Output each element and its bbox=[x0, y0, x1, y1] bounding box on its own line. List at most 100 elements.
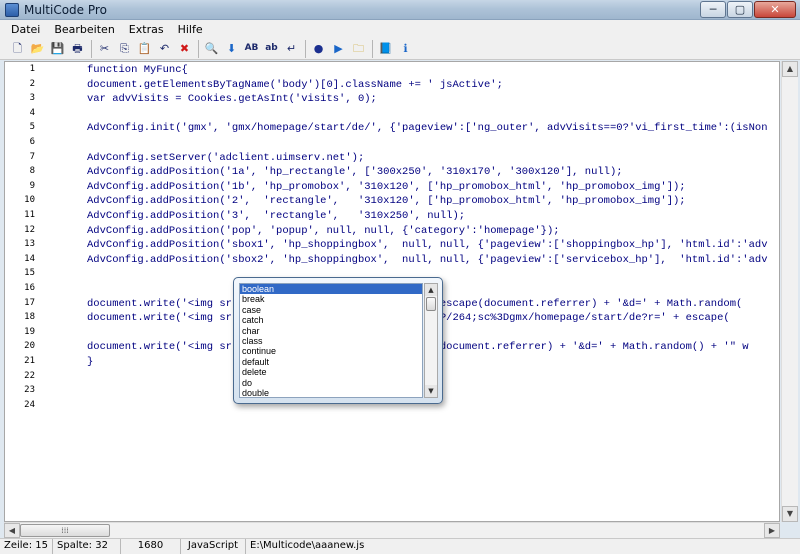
line-number: 8 bbox=[29, 166, 35, 177]
close-button[interactable]: ✕ bbox=[754, 1, 796, 18]
open-folder-icon[interactable]: 📂 bbox=[28, 39, 47, 58]
menu-datei[interactable]: Datei bbox=[4, 23, 47, 36]
line-number: 6 bbox=[29, 137, 35, 147]
cut-icon[interactable]: ✂ bbox=[95, 39, 114, 58]
window-controls: ─ ▢ ✕ bbox=[699, 1, 796, 18]
autocomplete-item[interactable]: break bbox=[240, 294, 422, 304]
autocomplete-item[interactable]: delete bbox=[240, 367, 422, 377]
title-bar: MultiCode Pro ─ ▢ ✕ bbox=[0, 0, 800, 20]
scroll-up-button[interactable]: ▲ bbox=[782, 61, 798, 77]
code-line[interactable]: function MyFunc{ bbox=[87, 64, 188, 76]
run-icon[interactable]: ▶ bbox=[329, 39, 348, 58]
line-number: 9 bbox=[29, 180, 35, 191]
code-line[interactable]: AdvConfig.setServer('adclient.uimserv.ne… bbox=[87, 152, 364, 164]
copy-icon[interactable]: ⎘ bbox=[115, 39, 134, 58]
autocomplete-item[interactable]: case bbox=[240, 305, 422, 315]
help-icon[interactable]: ℹ bbox=[396, 39, 415, 58]
line-number: 12 bbox=[24, 224, 35, 235]
undo-icon[interactable]: ↶ bbox=[155, 39, 174, 58]
autocomplete-item[interactable]: default bbox=[240, 357, 422, 367]
status-bar: Zeile: 15 Spalte: 32 1680 JavaScript E:\… bbox=[0, 538, 800, 554]
line-number: 5 bbox=[29, 122, 35, 133]
line-number: 22 bbox=[24, 370, 35, 381]
autocomplete-list[interactable]: boolean break case catch char class continue de… bbox=[239, 283, 423, 398]
minimize-button[interactable]: ─ bbox=[700, 1, 726, 18]
autocomplete-scroll-thumb[interactable] bbox=[426, 297, 436, 311]
replace-icon[interactable]: ↵ bbox=[282, 39, 301, 58]
autocomplete-item[interactable]: catch bbox=[240, 315, 422, 325]
new-file-icon[interactable]: 🗋 bbox=[8, 39, 27, 58]
autocomplete-scroll-up[interactable]: ▲ bbox=[425, 284, 437, 296]
line-number: 4 bbox=[29, 107, 35, 118]
scroll-left-button[interactable]: ◀ bbox=[4, 523, 20, 538]
autocomplete-scroll-down[interactable]: ▼ bbox=[425, 385, 437, 397]
line-number: 2 bbox=[29, 78, 35, 89]
delete-icon[interactable]: ✖ bbox=[175, 39, 194, 58]
horizontal-scrollbar[interactable]: ◀ ⁞⁞⁞ ▶ bbox=[4, 522, 780, 538]
folder-icon[interactable]: 🗀 bbox=[349, 39, 368, 58]
line-number: 10 bbox=[24, 195, 35, 206]
line-number: 15 bbox=[24, 268, 35, 279]
code-line[interactable]: AdvConfig.addPosition('sbox1', 'hp_shopp… bbox=[87, 239, 768, 251]
code-line[interactable]: AdvConfig.addPosition('sbox2', 'hp_shopp… bbox=[87, 254, 768, 266]
code-line[interactable]: } bbox=[87, 356, 93, 368]
toolbar: 🗋 📂 💾 🖶 ✂ ⎘ 📋 ↶ ✖ 🔍 ⬇ AB ab ↵ ● ▶ 🗀 📘 ℹ bbox=[0, 38, 800, 60]
scroll-right-button[interactable]: ▶ bbox=[764, 523, 780, 538]
line-number: 3 bbox=[29, 93, 35, 104]
line-number: 16 bbox=[24, 283, 35, 293]
autocomplete-item[interactable]: continue bbox=[240, 346, 422, 356]
app-icon bbox=[5, 3, 19, 17]
code-line[interactable]: AdvConfig.addPosition('1a', 'hp_rectangl… bbox=[87, 166, 623, 178]
line-number-gutter: 1 2 3 4 5 6 7 8 9 10 11 12 13 14 15 16 17 18 19 20 21 22 23 24 bbox=[5, 62, 39, 521]
autocomplete-item[interactable]: boolean bbox=[240, 284, 422, 295]
autocomplete-item[interactable]: class bbox=[240, 336, 422, 346]
print-icon[interactable]: 🖶 bbox=[68, 39, 87, 58]
book-icon[interactable]: 📘 bbox=[376, 39, 395, 58]
status-language: JavaScript bbox=[181, 539, 246, 554]
autocomplete-item[interactable]: double bbox=[240, 388, 422, 397]
code-line[interactable]: document.getElementsByTagName('body')[0]… bbox=[87, 79, 503, 91]
code-line[interactable]: AdvConfig.init('gmx', 'gmx/homepage/star… bbox=[87, 122, 768, 134]
maximize-button[interactable]: ▢ bbox=[727, 1, 753, 18]
line-number: 13 bbox=[24, 239, 35, 250]
code-line[interactable]: AdvConfig.addPosition('3', 'rectangle', … bbox=[87, 210, 465, 222]
line-number: 14 bbox=[24, 253, 35, 264]
autocomplete-popup: boolean break case catch char class continue de… bbox=[233, 277, 443, 404]
code-line[interactable]: AdvConfig.addPosition('pop', 'popup', nu… bbox=[87, 225, 560, 237]
horizontal-scroll-thumb[interactable]: ⁞⁞⁞ bbox=[20, 524, 110, 537]
code-line[interactable]: AdvConfig.addPosition('2', 'rectangle', … bbox=[87, 195, 686, 207]
menu-extras[interactable]: Extras bbox=[122, 23, 171, 36]
match-case-icon[interactable]: AB bbox=[242, 39, 261, 58]
code-line[interactable]: var advVisits = Cookies.getAsInt('visits… bbox=[87, 93, 377, 105]
save-icon[interactable]: 💾 bbox=[48, 39, 67, 58]
line-number: 18 bbox=[24, 312, 35, 323]
word-label: ab bbox=[265, 43, 278, 53]
line-number: 7 bbox=[29, 151, 35, 162]
match-case-label: AB bbox=[244, 43, 259, 53]
autocomplete-scrollbar[interactable]: ▲ ▼ bbox=[424, 283, 438, 398]
word-icon[interactable]: ab bbox=[262, 39, 281, 58]
vertical-scrollbar[interactable]: ▲ ▼ bbox=[781, 61, 798, 522]
status-file-path: E:\Multicode\aaanew.js bbox=[250, 540, 365, 551]
info-icon[interactable]: ● bbox=[309, 39, 328, 58]
line-number: 23 bbox=[24, 385, 35, 396]
line-number: 17 bbox=[24, 297, 35, 308]
status-column: Spalte: 32 bbox=[53, 539, 121, 554]
line-number: 19 bbox=[24, 326, 35, 337]
toolbar-separator bbox=[91, 39, 92, 58]
find-icon[interactable]: 🔍 bbox=[202, 39, 221, 58]
menu-bar: Datei Bearbeiten Extras Hilfe bbox=[0, 20, 800, 38]
line-number: 24 bbox=[24, 399, 35, 410]
code-line[interactable]: AdvConfig.addPosition('1b', 'hp_promobox… bbox=[87, 181, 686, 193]
autocomplete-item[interactable]: char bbox=[240, 326, 422, 336]
menu-hilfe[interactable]: Hilfe bbox=[171, 23, 210, 36]
window-title: MultiCode Pro bbox=[24, 3, 107, 17]
status-line: Zeile: 15 bbox=[0, 539, 53, 554]
find-next-icon[interactable]: ⬇ bbox=[222, 39, 241, 58]
scroll-down-button[interactable]: ▼ bbox=[782, 506, 798, 522]
line-number: 1 bbox=[29, 64, 35, 74]
line-number: 21 bbox=[24, 356, 35, 366]
paste-icon[interactable]: 📋 bbox=[135, 39, 154, 58]
menu-bearbeiten[interactable]: Bearbeiten bbox=[47, 23, 121, 36]
autocomplete-item[interactable]: do bbox=[240, 378, 422, 388]
